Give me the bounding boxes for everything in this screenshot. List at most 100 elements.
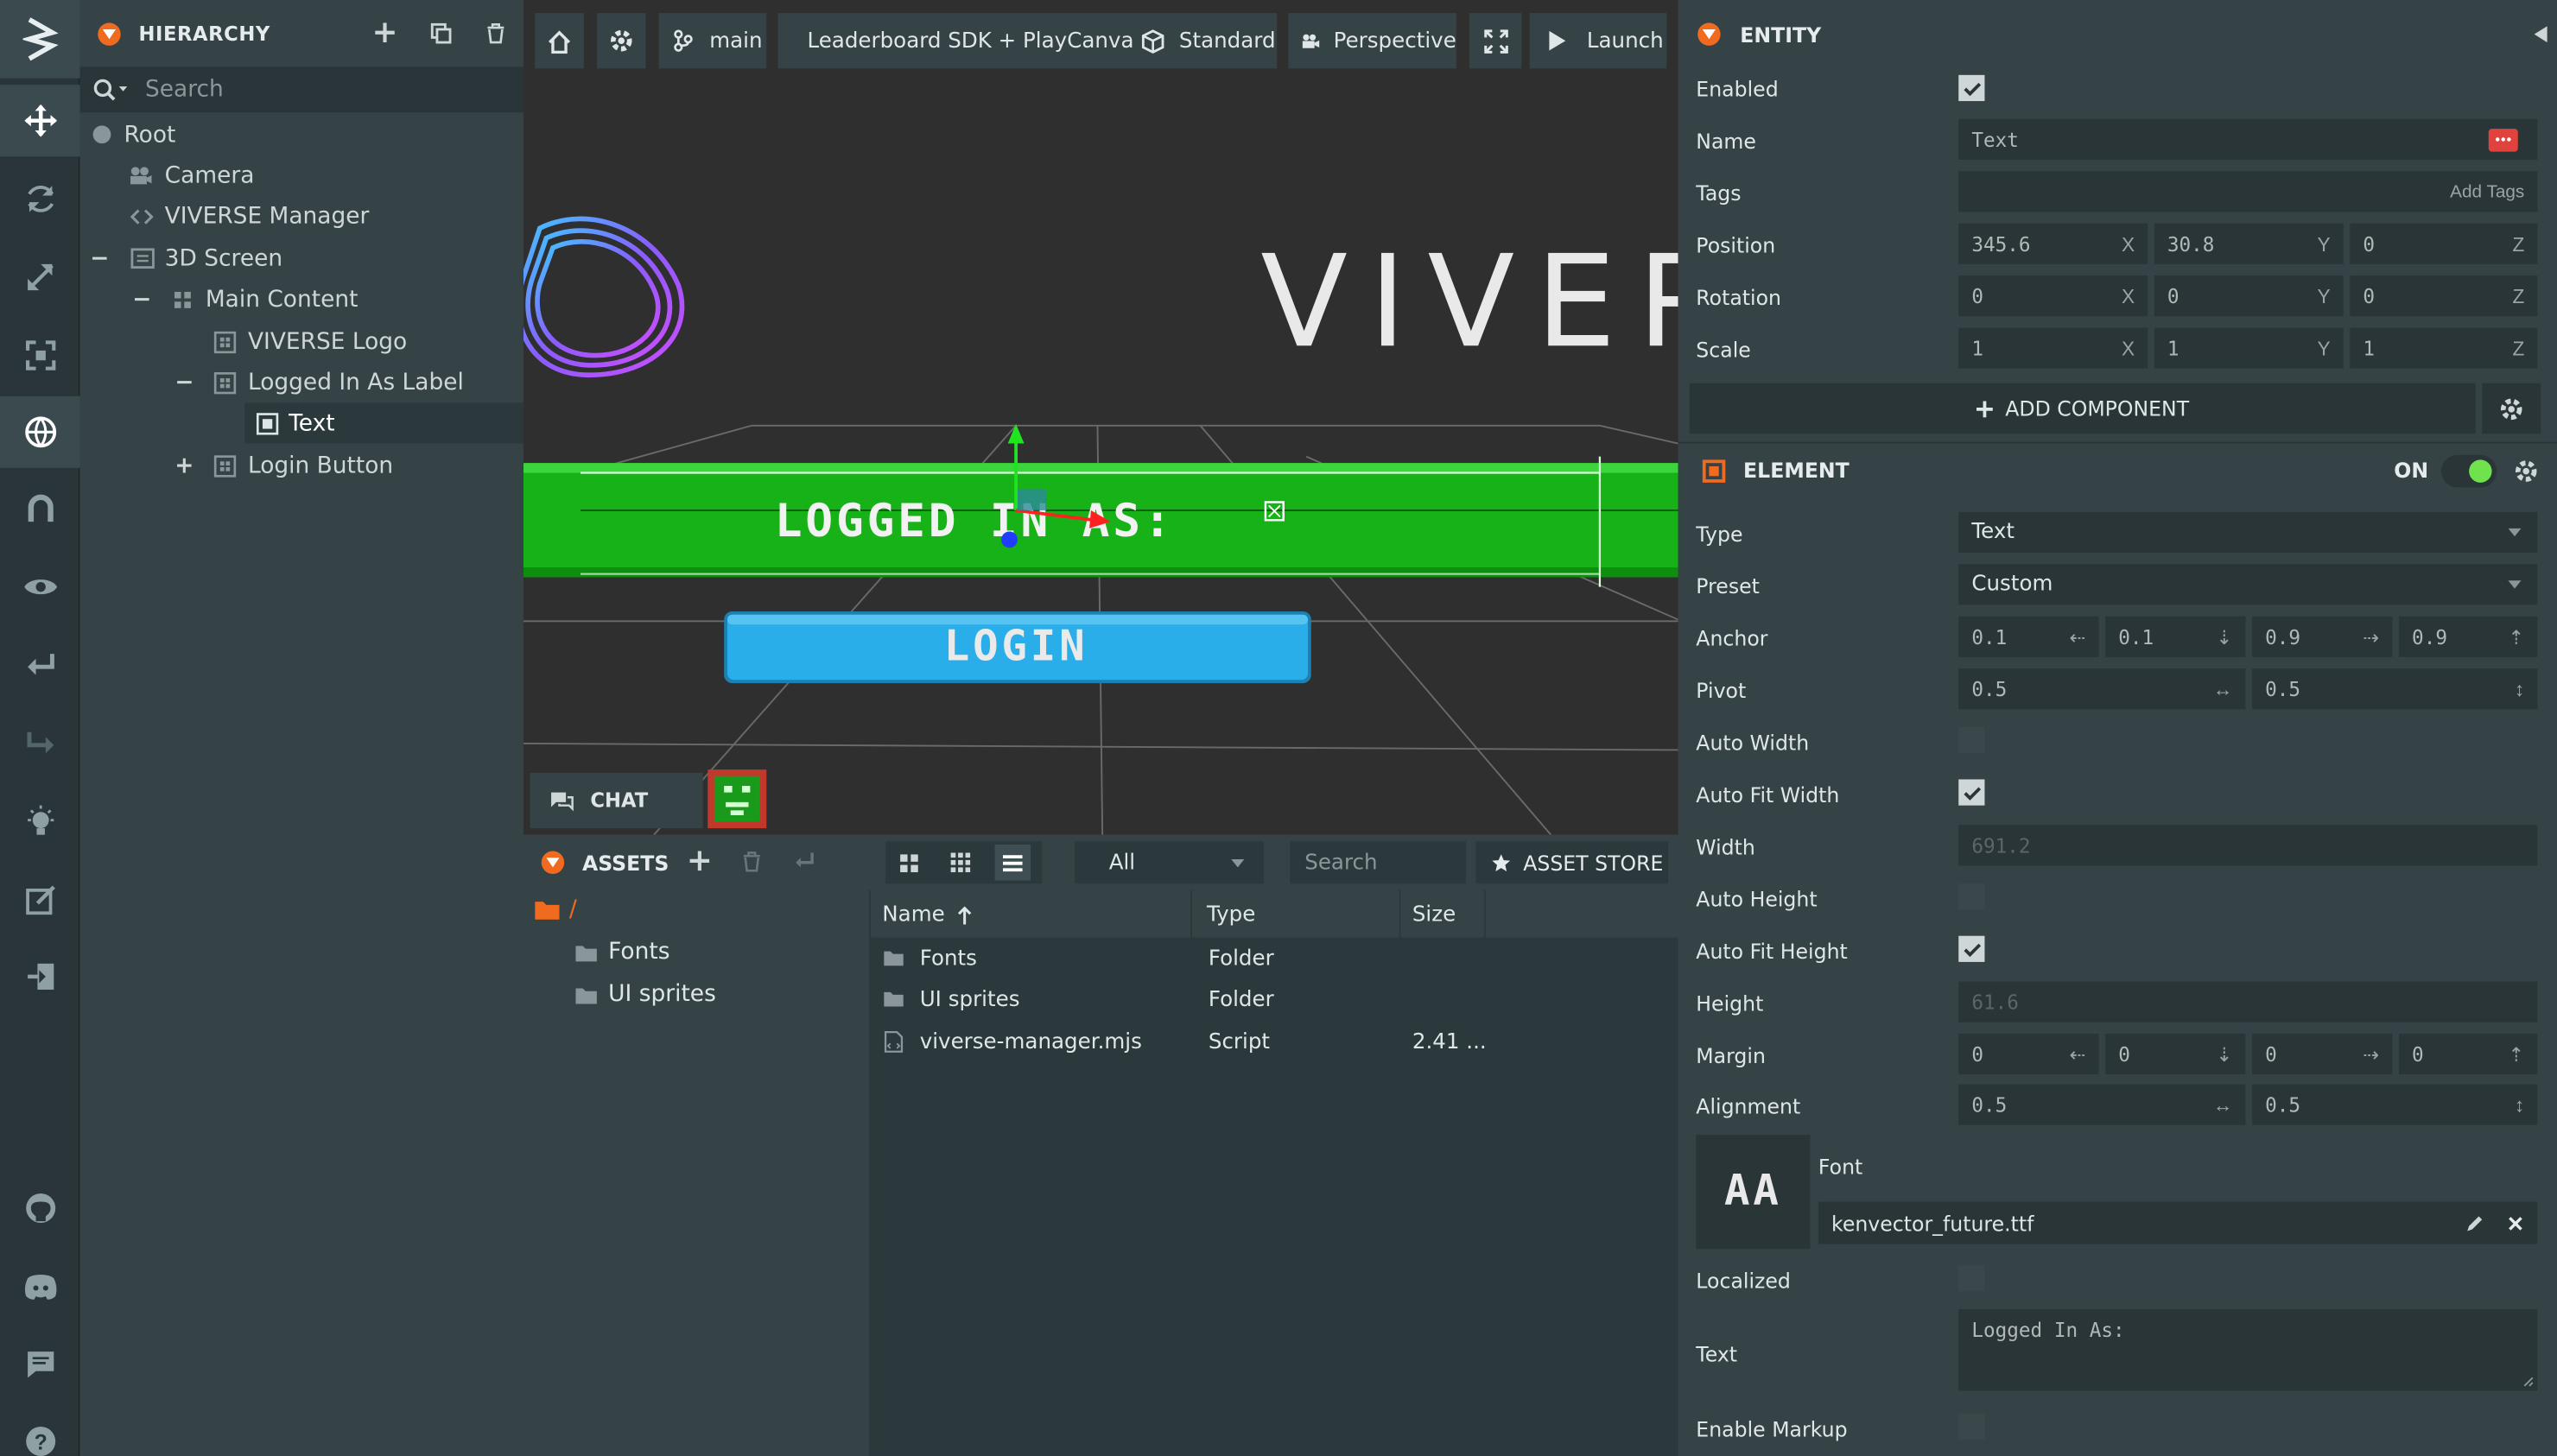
enabled-checkbox[interactable] [1958,74,1985,102]
more-options-icon[interactable] [2488,128,2518,151]
delete-asset-button[interactable] [734,843,771,879]
tree-item-login-button[interactable]: + Login Button [80,445,523,485]
auto-fit-height-checkbox[interactable] [1958,935,1985,962]
branch-button[interactable]: main [658,13,767,69]
github-icon[interactable] [0,1172,80,1244]
element-toggle[interactable] [2441,453,2497,487]
move-asset-button[interactable] [786,843,822,879]
tree-item-3d-screen[interactable]: − 3D Screen [80,238,523,279]
delete-entity-button[interactable] [478,15,514,51]
margin-left-field[interactable]: 0 ⇠ [1958,1033,2099,1075]
anchor-right-field[interactable]: 0.9 ⇢ [2252,616,2393,657]
scene-select-button[interactable]: Leaderboard SDK + PlayCanvas UI [777,13,1134,69]
add-entity-button[interactable] [367,15,403,51]
name-input[interactable]: Text [1958,118,2538,161]
collapse-toggle-icon[interactable]: − [90,245,110,271]
folder-root[interactable]: / [535,896,577,923]
render-mode-button[interactable]: Standard [1133,13,1278,69]
column-type-header[interactable]: Type [1192,889,1401,940]
discord-icon[interactable] [0,1250,80,1322]
rotation-z-field[interactable]: 0Z [2350,275,2538,317]
world-space-icon[interactable] [0,396,80,468]
collapse-toggle-icon[interactable]: − [174,370,194,396]
table-row[interactable]: Fonts Folder [871,939,1678,979]
auto-fit-width-checkbox[interactable] [1958,779,1985,806]
fullscreen-button[interactable] [1469,13,1522,69]
font-preview-thumbnail[interactable]: AA [1696,1135,1811,1250]
tags-input[interactable]: Add Tags [1958,171,2538,212]
launch-button[interactable]: Launch [1529,13,1667,69]
margin-right-field[interactable]: 0 ⇢ [2252,1033,2393,1075]
width-field[interactable]: 691.2 [1958,825,2538,866]
hierarchy-search[interactable]: Search [79,66,523,113]
asset-filter-select[interactable]: All [1075,841,1265,884]
position-z-field[interactable]: 0Z [2350,223,2538,264]
enable-markup-checkbox[interactable] [1958,1413,1985,1440]
expand-toggle-icon[interactable]: + [174,453,194,478]
table-row[interactable]: viverse-manager.mjs Script 2.41 ... [871,1022,1678,1063]
type-select[interactable]: Text [1958,511,2538,554]
table-row[interactable]: UI sprites Folder [871,980,1678,1021]
collapse-icon[interactable] [98,22,121,46]
settings-button[interactable] [596,13,646,69]
text-content-textarea[interactable]: Logged In As: [1958,1309,2538,1391]
tree-item-viverse-logo[interactable]: VIVERSE Logo [80,321,523,362]
folder-tree-item-ui-sprites[interactable]: UI sprites [575,982,716,1008]
font-asset-field[interactable]: kenvector_future.ttf [1818,1201,2538,1244]
tree-item-root[interactable]: Root [80,114,523,155]
preset-select[interactable]: Custom [1958,564,2538,605]
auto-height-checkbox[interactable] [1958,883,1985,910]
rotation-x-field[interactable]: 0X [1958,275,2148,317]
view-large-grid-button[interactable] [891,845,927,881]
scale-z-field[interactable]: 1Z [2350,327,2538,369]
pivot-x-field[interactable]: 0.5 ↔ [1958,668,2246,710]
scale-x-field[interactable]: 1X [1958,327,2148,369]
folder-tree-item-fonts[interactable]: Fonts [575,939,669,965]
logo-icon[interactable] [0,0,80,79]
margin-bottom-field[interactable]: 0 ⇣ [2105,1033,2246,1075]
focus-icon[interactable] [0,551,80,623]
feedback-icon[interactable] [0,1329,80,1401]
edit-icon[interactable] [2465,1214,2484,1232]
camera-select-button[interactable]: Perspective [1288,13,1456,69]
localized-checkbox[interactable] [1958,1265,1985,1292]
resize-handle-icon[interactable] [2522,1376,2534,1387]
bake-lighting-icon[interactable] [0,786,80,858]
publish-icon[interactable] [0,940,80,1012]
asset-search-input[interactable]: Search [1290,841,1467,884]
tree-item-logged-in-as-label[interactable]: − Logged In As Label [80,362,523,402]
pivot-y-field[interactable]: 0.5 ↕ [2252,668,2538,710]
tree-item-viverse-manager[interactable]: VIVERSE Manager [80,196,523,237]
tree-item-text[interactable]: Text [244,402,523,444]
close-icon[interactable] [2508,1216,2522,1231]
anchor-left-field[interactable]: 0.1 ⇠ [1958,616,2099,657]
collapse-toggle-icon[interactable]: − [132,286,152,312]
position-x-field[interactable]: 345.6 X [1958,223,2148,264]
anchor-bottom-field[interactable]: 0.1 ⇣ [2105,616,2246,657]
scale-y-field[interactable]: 1Y [2154,327,2344,369]
column-size-header[interactable]: Size [1401,889,1486,940]
add-component-button[interactable]: ADD COMPONENT [1689,383,2476,434]
position-y-field[interactable]: 30.8 Y [2154,223,2344,264]
anchor-top-field[interactable]: 0.9 ⇡ [2398,616,2538,657]
entity-settings-button[interactable] [2482,383,2541,434]
tree-item-main-content[interactable]: − Main Content [80,279,523,320]
view-small-grid-button[interactable] [942,845,979,881]
rotation-y-field[interactable]: 0Y [2154,275,2344,317]
scene-viewport[interactable]: VIVERSE LOGGED IN AS: LOGIN [523,0,1678,835]
home-button[interactable] [535,13,584,69]
translate-icon[interactable] [0,85,80,157]
code-editor-icon[interactable] [0,864,80,936]
undo-icon[interactable] [0,630,80,701]
help-icon[interactable]: ? [0,1405,80,1456]
resize-element-icon[interactable] [0,320,80,391]
collapse-panel-icon[interactable] [2534,26,2547,43]
view-list-button[interactable] [994,844,1031,881]
scale-icon[interactable] [0,241,80,313]
auto-width-checkbox[interactable] [1958,727,1985,754]
margin-top-field[interactable]: 0 ⇡ [2398,1033,2538,1075]
alignment-x-field[interactable]: 0.5 ↔ [1958,1084,2246,1125]
add-asset-button[interactable] [682,843,718,879]
height-field[interactable]: 61.6 [1958,981,2538,1022]
asset-store-button[interactable]: ASSET STORE [1475,841,1669,884]
